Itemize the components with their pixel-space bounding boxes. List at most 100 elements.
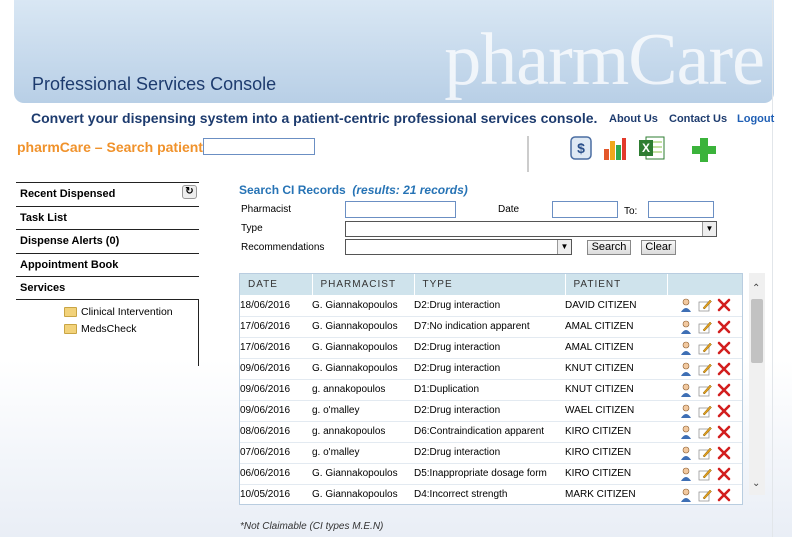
type-label: Type xyxy=(241,223,263,234)
contact-us-link[interactable]: Contact Us xyxy=(669,113,727,125)
table-row[interactable]: 07/06/2016 g. o'malley D2:Drug interaction… xyxy=(240,442,742,464)
table-row[interactable]: 08/06/2016 g. annakopoulos D6:Contraindica… xyxy=(240,421,742,443)
table-row[interactable]: 10/05/2016 G. Giannakopoulos D4:Incorrect … xyxy=(240,484,742,504)
delete-icon[interactable] xyxy=(717,404,731,418)
cell-type: D6:Contraindication apparent xyxy=(414,421,565,443)
cell-date: 17/06/2016 xyxy=(240,316,312,338)
cell-actions xyxy=(667,463,742,485)
patient-icon[interactable] xyxy=(679,362,693,376)
date-from-input[interactable] xyxy=(552,201,618,218)
delete-icon[interactable] xyxy=(717,467,731,481)
edit-icon[interactable] xyxy=(698,383,712,397)
scroll-up-icon[interactable]: ⌃ xyxy=(752,283,760,294)
pharmacist-input[interactable] xyxy=(345,201,456,218)
table-row[interactable]: 09/06/2016 G. Giannakopoulos D2:Drug inter… xyxy=(240,358,742,380)
patient-icon[interactable] xyxy=(679,298,693,313)
toolbar-divider xyxy=(527,136,529,172)
service-medscheck[interactable]: MedsCheck xyxy=(64,323,136,335)
patient-icon[interactable] xyxy=(679,488,693,502)
brand-watermark: pharmCare xyxy=(444,19,765,101)
delete-icon[interactable] xyxy=(717,362,731,376)
scroll-down-icon[interactable]: ⌄ xyxy=(752,478,760,489)
delete-icon[interactable] xyxy=(717,488,731,502)
column-header-pharmacist[interactable]: PHARMACIST xyxy=(312,274,415,295)
patient-icon[interactable] xyxy=(679,425,693,439)
tagline: Convert your dispensing system into a pa… xyxy=(31,110,598,126)
type-select[interactable]: ▼ xyxy=(345,221,717,237)
cell-patient: AMAL CITIZEN xyxy=(565,316,667,338)
sidebar-item-services[interactable]: Services xyxy=(16,276,199,300)
cell-patient: AMAL CITIZEN xyxy=(565,337,667,359)
service-clinical-intervention[interactable]: Clinical Intervention xyxy=(64,306,173,318)
delete-icon[interactable] xyxy=(717,383,731,397)
cell-pharmacist: G. Giannakopoulos xyxy=(312,295,414,317)
table-scrollbar[interactable]: ⌃ ⌄ xyxy=(749,273,765,495)
sidebar-item-label: Recent Dispensed xyxy=(20,188,116,200)
report-chart-button[interactable] xyxy=(601,134,629,162)
column-header-type[interactable]: TYPE xyxy=(414,274,566,295)
edit-icon[interactable] xyxy=(698,320,712,334)
table-row[interactable]: 17/06/2016 G. Giannakopoulos D2:Drug inter… xyxy=(240,337,742,359)
table-row[interactable]: 17/06/2016 G. Giannakopoulos D7:No indicat… xyxy=(240,316,742,338)
plus-icon xyxy=(692,138,716,162)
recommendations-select[interactable]: ▼ xyxy=(345,239,572,255)
edit-icon[interactable] xyxy=(698,488,712,502)
edit-icon[interactable] xyxy=(698,425,712,439)
cell-date: 06/06/2016 xyxy=(240,463,312,485)
sidebar-item-task-list[interactable]: Task List xyxy=(16,205,199,230)
dollar-button[interactable]: $ xyxy=(567,134,595,162)
table-row[interactable]: 09/06/2016 g. o'malley D2:Drug interaction… xyxy=(240,400,742,422)
search-button[interactable]: Search xyxy=(587,240,631,255)
cell-actions xyxy=(667,400,742,422)
footnote: *Not Claimable (CI types M.E.N) xyxy=(240,521,384,532)
patient-icon[interactable] xyxy=(679,383,693,397)
sidebar-item-label: Task List xyxy=(20,211,67,224)
header-banner: pharmCare Professional Services Console xyxy=(14,0,774,103)
patient-icon[interactable] xyxy=(679,446,693,460)
cell-pharmacist: G. Giannakopoulos xyxy=(312,463,414,485)
patient-icon[interactable] xyxy=(679,467,693,481)
column-header-patient[interactable]: PATIENT xyxy=(565,274,668,295)
chevron-down-icon: ▼ xyxy=(702,222,716,236)
delete-icon[interactable] xyxy=(717,341,731,355)
cell-date: 07/06/2016 xyxy=(240,442,312,464)
delete-icon[interactable] xyxy=(717,298,731,312)
date-to-input[interactable] xyxy=(648,201,714,218)
edit-icon[interactable] xyxy=(698,446,712,460)
table-row[interactable]: 06/06/2016 G. Giannakopoulos D5:Inappropri… xyxy=(240,463,742,485)
scroll-thumb[interactable] xyxy=(751,299,763,363)
search-patient-input[interactable] xyxy=(203,138,315,155)
cell-patient: WAEL CITIZEN xyxy=(565,400,667,422)
delete-icon[interactable] xyxy=(717,320,731,334)
cell-actions xyxy=(667,379,742,401)
edit-icon[interactable] xyxy=(698,341,712,355)
cell-actions xyxy=(667,316,742,338)
table-row[interactable]: 09/06/2016 g. annakopoulos D1:Duplication K… xyxy=(240,379,742,401)
cell-type: D4:Incorrect strength xyxy=(414,484,565,504)
refresh-icon[interactable]: ↻ xyxy=(182,185,197,199)
sidebar-item-recent-dispensed[interactable]: Recent Dispensed ↻ xyxy=(16,182,199,206)
cell-patient: KIRO CITIZEN xyxy=(565,421,667,443)
cell-type: D2:Drug interaction xyxy=(414,295,565,317)
edit-icon[interactable] xyxy=(698,467,712,481)
column-header-date[interactable]: DATE xyxy=(240,274,313,295)
export-excel-button[interactable]: X xyxy=(638,134,666,162)
cell-pharmacist: G. Giannakopoulos xyxy=(312,316,414,338)
cell-patient: KIRO CITIZEN xyxy=(565,442,667,464)
edit-icon[interactable] xyxy=(698,298,712,312)
patient-icon[interactable] xyxy=(679,404,693,418)
delete-icon[interactable] xyxy=(717,446,731,460)
edit-icon[interactable] xyxy=(698,404,712,418)
sidebar-item-dispense-alerts[interactable]: Dispense Alerts (0) xyxy=(16,229,199,253)
table-row[interactable]: 18/06/2016 G. Giannakopoulos D2:Drug inter… xyxy=(240,295,742,317)
clear-button[interactable]: Clear xyxy=(641,240,676,255)
sidebar-item-appointment-book[interactable]: Appointment Book xyxy=(16,252,199,277)
sidebar-item-label: Dispense Alerts (0) xyxy=(20,235,120,247)
delete-icon[interactable] xyxy=(717,425,731,439)
about-us-link[interactable]: About Us xyxy=(609,113,658,125)
patient-icon[interactable] xyxy=(679,320,693,334)
edit-icon[interactable] xyxy=(698,362,712,376)
patient-icon[interactable] xyxy=(679,341,693,355)
logout-link[interactable]: Logout xyxy=(737,113,774,125)
add-record-button[interactable] xyxy=(690,136,718,164)
